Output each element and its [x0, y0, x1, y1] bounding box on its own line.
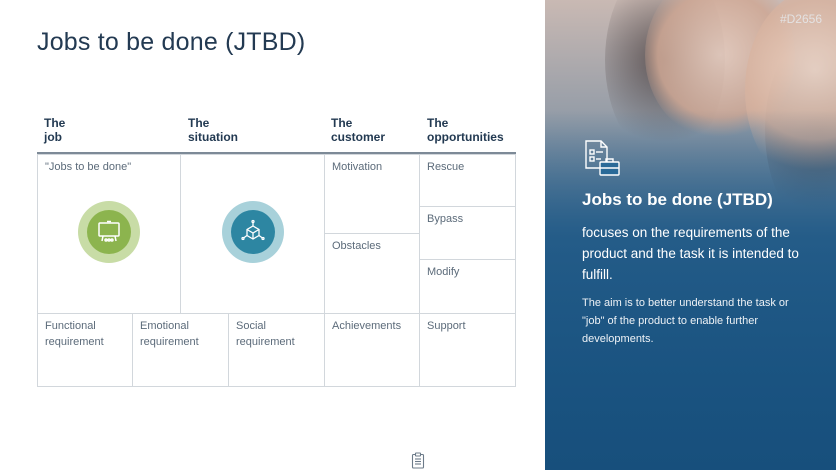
- cell-functional-requirement: Functional requirement: [37, 313, 133, 387]
- situation-icon-circle: [222, 201, 284, 263]
- cell-bypass: Bypass: [419, 206, 516, 260]
- presentation-board-icon: [98, 220, 120, 242]
- cell-emotional-requirement: Emotional requirement: [132, 313, 229, 387]
- column-header-opportunities: The opportunities: [427, 116, 504, 144]
- panel-lead-text: focuses on the requirements of the produ…: [582, 225, 799, 282]
- cell-achievements: Achievements: [324, 313, 420, 387]
- cell-rescue: Rescue: [419, 154, 516, 207]
- cell-motivation: Motivation: [324, 154, 420, 234]
- job-icon-circle: [78, 201, 140, 263]
- cell-support: Support: [419, 313, 516, 387]
- page-title: Jobs to be done (JTBD): [37, 28, 306, 56]
- cell-obstacles: Obstacles: [324, 233, 420, 314]
- column-header-customer: The customer: [331, 116, 386, 144]
- column-header-job: The job: [44, 116, 66, 144]
- panel-title: Jobs to be done (JTBD): [582, 190, 773, 209]
- cube-network-icon: [241, 219, 265, 241]
- column-header-situation: The situation: [188, 116, 238, 144]
- panel-body-text: The aim is to better understand the task…: [582, 297, 789, 345]
- info-panel: #D2656 Jobs to be done (JTBD) focuses on…: [545, 0, 836, 470]
- slide-code: #D2656: [779, 12, 822, 26]
- cell-modify: Modify: [419, 259, 516, 314]
- cell-social-requirement: Social requirement: [228, 313, 325, 387]
- clipboard-icon[interactable]: [411, 452, 425, 469]
- document-briefcase-icon: [585, 140, 620, 176]
